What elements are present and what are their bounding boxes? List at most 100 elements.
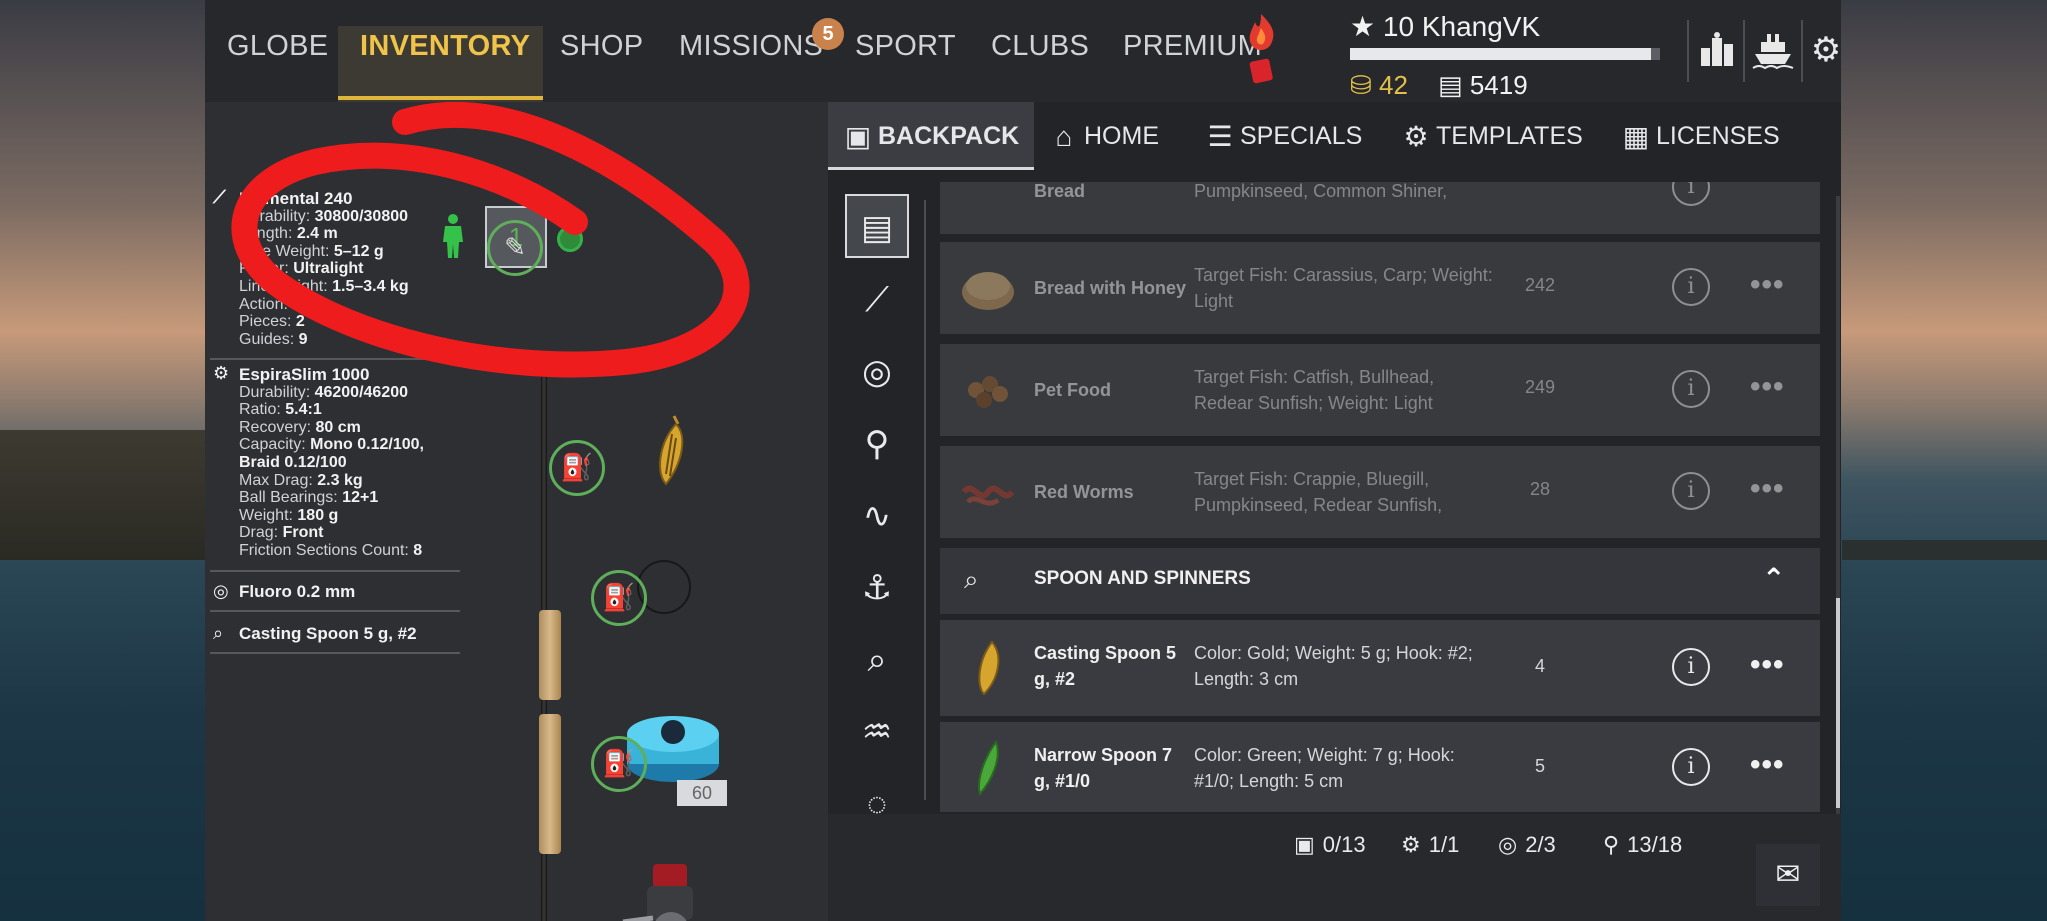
category-sidebar: ▤ ⟋ ◎ ⚲ ∿ ⚓ ⌕ ♒ ◌ bbox=[828, 182, 928, 823]
spec-line: Capacity: Mono 0.12/100, bbox=[213, 436, 453, 454]
item-count: 249 bbox=[1524, 377, 1556, 397]
more-options-button[interactable]: ••• bbox=[1750, 268, 1785, 302]
info-icon[interactable]: i bbox=[1672, 748, 1710, 786]
section-header[interactable]: ⌕ SPOON AND SPINNERS ⌃ bbox=[940, 548, 1820, 614]
tab-specials-label: SPECIALS bbox=[1240, 122, 1363, 150]
spec-line: Weight: 180 g bbox=[213, 507, 453, 525]
xp-bar-fill bbox=[1350, 48, 1651, 60]
nav-tab-shop[interactable]: SHOP bbox=[560, 30, 643, 63]
spec-key: Action: bbox=[239, 295, 293, 313]
lure-title: Casting Spoon 5 g, #2 bbox=[239, 624, 417, 643]
list-item[interactable]: Bread with Honey Target Fish: Carassius,… bbox=[940, 242, 1820, 334]
reel-icon: ⚙ bbox=[1401, 832, 1421, 857]
divider bbox=[1743, 20, 1745, 82]
bait-icon[interactable]: ⚲ bbox=[845, 412, 909, 476]
spec-key: Recovery: bbox=[239, 418, 316, 436]
info-icon[interactable]: i bbox=[1672, 370, 1710, 408]
spec-key: Capacity: bbox=[239, 436, 311, 454]
tab-licenses[interactable]: ▦ LICENSES bbox=[1616, 102, 1780, 170]
item-description: Color: Gold; Weight: 5 g; Hook: #2; Leng… bbox=[1194, 643, 1473, 689]
tab-backpack-label: BACKPACK bbox=[878, 122, 1020, 150]
spec-value: Braid 0.12/100 bbox=[239, 453, 347, 471]
list-item[interactable]: Red Worms Target Fish: Crappie, Bluegill… bbox=[940, 446, 1820, 538]
nav-tab-inventory[interactable]: INVENTORY bbox=[360, 30, 530, 63]
spec-key: Drag: bbox=[239, 524, 283, 542]
worms-image bbox=[961, 485, 1015, 506]
item-name: Pet Food bbox=[1034, 380, 1111, 400]
tab-templates[interactable]: ⚙ TEMPLATES bbox=[1396, 102, 1582, 170]
spec-value: Ultralight bbox=[293, 260, 364, 278]
spec-value: 5.4:1 bbox=[285, 401, 322, 419]
license-icon: ▦ bbox=[1622, 121, 1650, 153]
list-item[interactable]: Pet Food Target Fish: Catfish, Bullhead,… bbox=[940, 344, 1820, 436]
bait-icon: ⚲ bbox=[1603, 832, 1620, 857]
item-list: Bread Pumpkinseed, Common Shiner, i Brea… bbox=[940, 182, 1820, 812]
spec-value: 2.3 kg bbox=[317, 471, 363, 489]
info-icon[interactable]: i bbox=[1672, 472, 1710, 510]
chat-button[interactable]: ✉ bbox=[1756, 844, 1820, 906]
divider bbox=[924, 200, 926, 800]
templates-icon: ⚙ bbox=[1403, 121, 1429, 153]
reel-specs: ⚙ EspiraSlim 1000 Durability: 46200/46200… bbox=[213, 363, 453, 560]
item-description: Color: Green; Weight: 7 g; Hook: #1/0; L… bbox=[1194, 745, 1455, 791]
line-spool-icon[interactable]: ◎ bbox=[845, 340, 909, 404]
divider bbox=[210, 358, 460, 360]
float-icon[interactable]: ⚓ bbox=[845, 556, 909, 620]
reel-image[interactable] bbox=[613, 856, 723, 921]
list-item[interactable]: Narrow Spoon 7 g, #1/0 Color: Green; Wei… bbox=[940, 722, 1820, 812]
more-options-button[interactable]: ••• bbox=[1750, 472, 1785, 506]
info-icon[interactable]: i bbox=[1672, 182, 1710, 206]
info-icon[interactable]: i bbox=[1672, 268, 1710, 306]
tab-specials[interactable]: ☰ SPECIALS bbox=[1200, 102, 1362, 170]
item-count: 242 bbox=[1524, 275, 1556, 295]
missions-badge: 5 bbox=[812, 18, 844, 50]
feeder-icon[interactable]: ♒ bbox=[845, 700, 909, 764]
reel-title: EspiraSlim 1000 bbox=[239, 365, 370, 384]
ship-icon[interactable] bbox=[1749, 22, 1797, 78]
tab-backpack[interactable]: ▣ BACKPACK bbox=[828, 102, 1034, 170]
rig-globe-icon[interactable] bbox=[557, 226, 583, 252]
more-options-button[interactable]: ••• bbox=[1750, 748, 1785, 782]
top-nav-bar: GLOBE INVENTORY SHOP MISSIONS 5 SPORT CL… bbox=[205, 0, 1841, 102]
spec-value: 2.4 m bbox=[296, 225, 338, 243]
oil-can-icon[interactable]: ⛽ bbox=[549, 440, 605, 496]
oil-can-icon[interactable]: ⛽ bbox=[591, 736, 647, 792]
reel-icon: ⚙ bbox=[213, 363, 230, 383]
leaderboard-icon[interactable] bbox=[1693, 22, 1741, 78]
divider bbox=[1687, 20, 1689, 82]
spec-line: Power: Ultralight bbox=[213, 260, 453, 278]
rod-icon[interactable]: ⟋ bbox=[845, 268, 909, 332]
nav-tab-sport[interactable]: SPORT bbox=[855, 30, 956, 63]
tab-home[interactable]: ⌂ HOME bbox=[1044, 102, 1159, 170]
spec-key: Line Weight: bbox=[239, 277, 333, 295]
item-description: Pumpkinseed, Common Shiner, bbox=[1194, 182, 1448, 201]
spec-key: Friction Sections Count: bbox=[239, 541, 414, 559]
spoon-lure-image[interactable] bbox=[652, 414, 690, 488]
list-item[interactable]: Casting Spoon 5 g, #2 Color: Gold; Weigh… bbox=[940, 620, 1820, 716]
rod-slot-button[interactable]: ✎ bbox=[487, 220, 543, 276]
spec-line: Braid 0.12/100 bbox=[213, 454, 453, 472]
scrollbar-thumb[interactable] bbox=[1836, 598, 1840, 808]
info-icon[interactable]: i bbox=[1672, 648, 1710, 686]
more-options-button[interactable]: ••• bbox=[1750, 370, 1785, 404]
oil-can-icon[interactable]: ⛽ bbox=[591, 570, 647, 626]
nav-tab-clubs[interactable]: CLUBS bbox=[991, 30, 1089, 63]
worm-icon[interactable]: ∿ bbox=[845, 484, 909, 548]
nav-tab-missions[interactable]: MISSIONS bbox=[679, 30, 823, 63]
game-window: GLOBE INVENTORY SHOP MISSIONS 5 SPORT CL… bbox=[205, 0, 1841, 921]
line-capacity-value: 2/3 bbox=[1525, 832, 1556, 857]
list-item[interactable]: Bread Pumpkinseed, Common Shiner, i bbox=[940, 182, 1820, 234]
premium-sale-icon[interactable] bbox=[1241, 10, 1281, 90]
more-options-button[interactable]: ••• bbox=[1750, 648, 1785, 682]
chevron-up-icon[interactable]: ⌃ bbox=[1762, 562, 1785, 595]
drawer-icon[interactable]: ▤ bbox=[845, 194, 909, 258]
gear-icon[interactable]: ⚙ bbox=[1802, 22, 1841, 78]
spec-value: 80 cm bbox=[315, 418, 361, 436]
spoon-icon[interactable]: ⌕ bbox=[845, 628, 909, 692]
silver-amount: 5419 bbox=[1469, 70, 1528, 100]
user-panel[interactable]: ★ 10 KhangVK ⛁ 42 ▤ 5419 bbox=[1350, 8, 1690, 100]
item-description: Target Fish: Catfish, Bullhead, Redear S… bbox=[1194, 367, 1435, 413]
reel-capacity: ⚙ 1/1 bbox=[1401, 832, 1459, 858]
nav-tab-globe[interactable]: GLOBE bbox=[227, 30, 328, 63]
bread-image bbox=[962, 272, 1014, 310]
